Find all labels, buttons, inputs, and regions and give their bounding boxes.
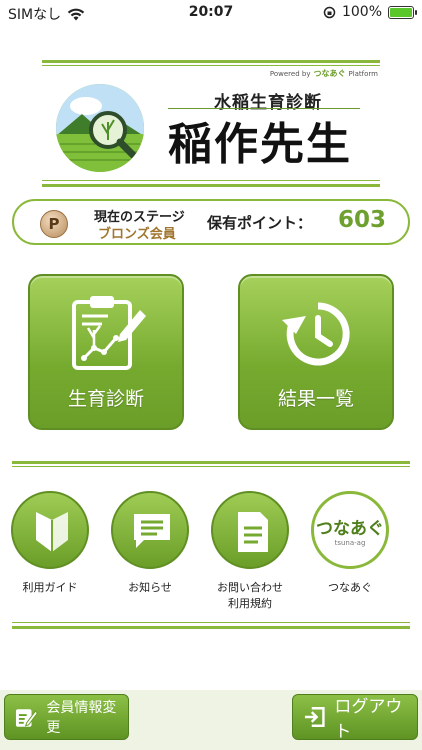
orientation-lock-icon [323,6,336,18]
menu-rule-top-thin [12,466,410,467]
tsunagu-logo-sub: tsuna-ag [334,539,366,547]
message-icon [134,514,170,548]
points-label: 保有ポイント： [207,214,313,232]
tsunagu-button[interactable]: つなあぐ tsuna-ag [311,491,389,569]
growth-diagnosis-label: 生育診断 [67,388,144,410]
results-list-button[interactable]: 結果一覧 [238,274,394,430]
clipboard-chart-icon [72,296,146,370]
history-icon [282,302,350,366]
terms-label: 利用規約 [228,597,272,610]
battery-percent: 100% [341,4,382,20]
app-title: 稲作先生 [168,119,352,170]
member-info-button[interactable]: 会員情報変更 [4,694,129,740]
points-coin-icon: P [40,210,68,238]
powered-by-text: Powered by [269,69,311,78]
banner-rule-bottom [42,184,380,187]
battery-icon [388,5,417,19]
status-right: 100% [323,4,417,20]
banner-rule-bottom-thin [42,180,380,181]
contact-terms-label: お問い合わせ 利用規約 [200,580,300,612]
edit-profile-icon [15,709,38,727]
menu-rule-top [12,461,410,464]
contact-label: お問い合わせ [217,581,283,594]
status-bar: SIMなし 20:07 100% [0,0,422,26]
document-icon [238,512,268,552]
tsunagu-logo-text: つなあぐ [316,519,384,539]
menu-rule-bottom [12,626,410,629]
banner-rule-top-thin [42,65,380,66]
user-guide-button[interactable] [11,491,89,569]
banner-rule-top [42,60,380,63]
powered-by-platform: Platform [348,69,378,78]
news-button[interactable] [111,491,189,569]
powered-by-brand: つなあぐ [313,69,346,78]
news-label: お知らせ [128,581,172,594]
points-value: 603 [338,207,387,233]
logout-button[interactable]: ログアウト [292,694,418,742]
tsunagu-label: つなあぐ [328,581,372,594]
beginner-mark-icon [36,512,68,552]
menu-rule-bottom-thin [12,622,410,623]
results-list-label: 結果一覧 [277,388,354,410]
app-logo-icon [56,84,144,172]
stage-value: ブロンズ会員 [98,227,176,242]
logout-label: ログアウト [334,697,403,742]
growth-diagnosis-button[interactable]: 生育診断 [28,274,184,430]
contact-terms-button[interactable] [211,491,289,569]
battery-fill [390,7,412,17]
powered-by: Powered by つなあぐ Platform [270,68,378,79]
logout-icon [304,707,325,727]
user-guide-label: 利用ガイド [22,581,78,594]
member-info-label: 会員情報変更 [46,700,117,736]
tsunagu-logo: つなあぐ tsuna-ag [314,514,386,547]
